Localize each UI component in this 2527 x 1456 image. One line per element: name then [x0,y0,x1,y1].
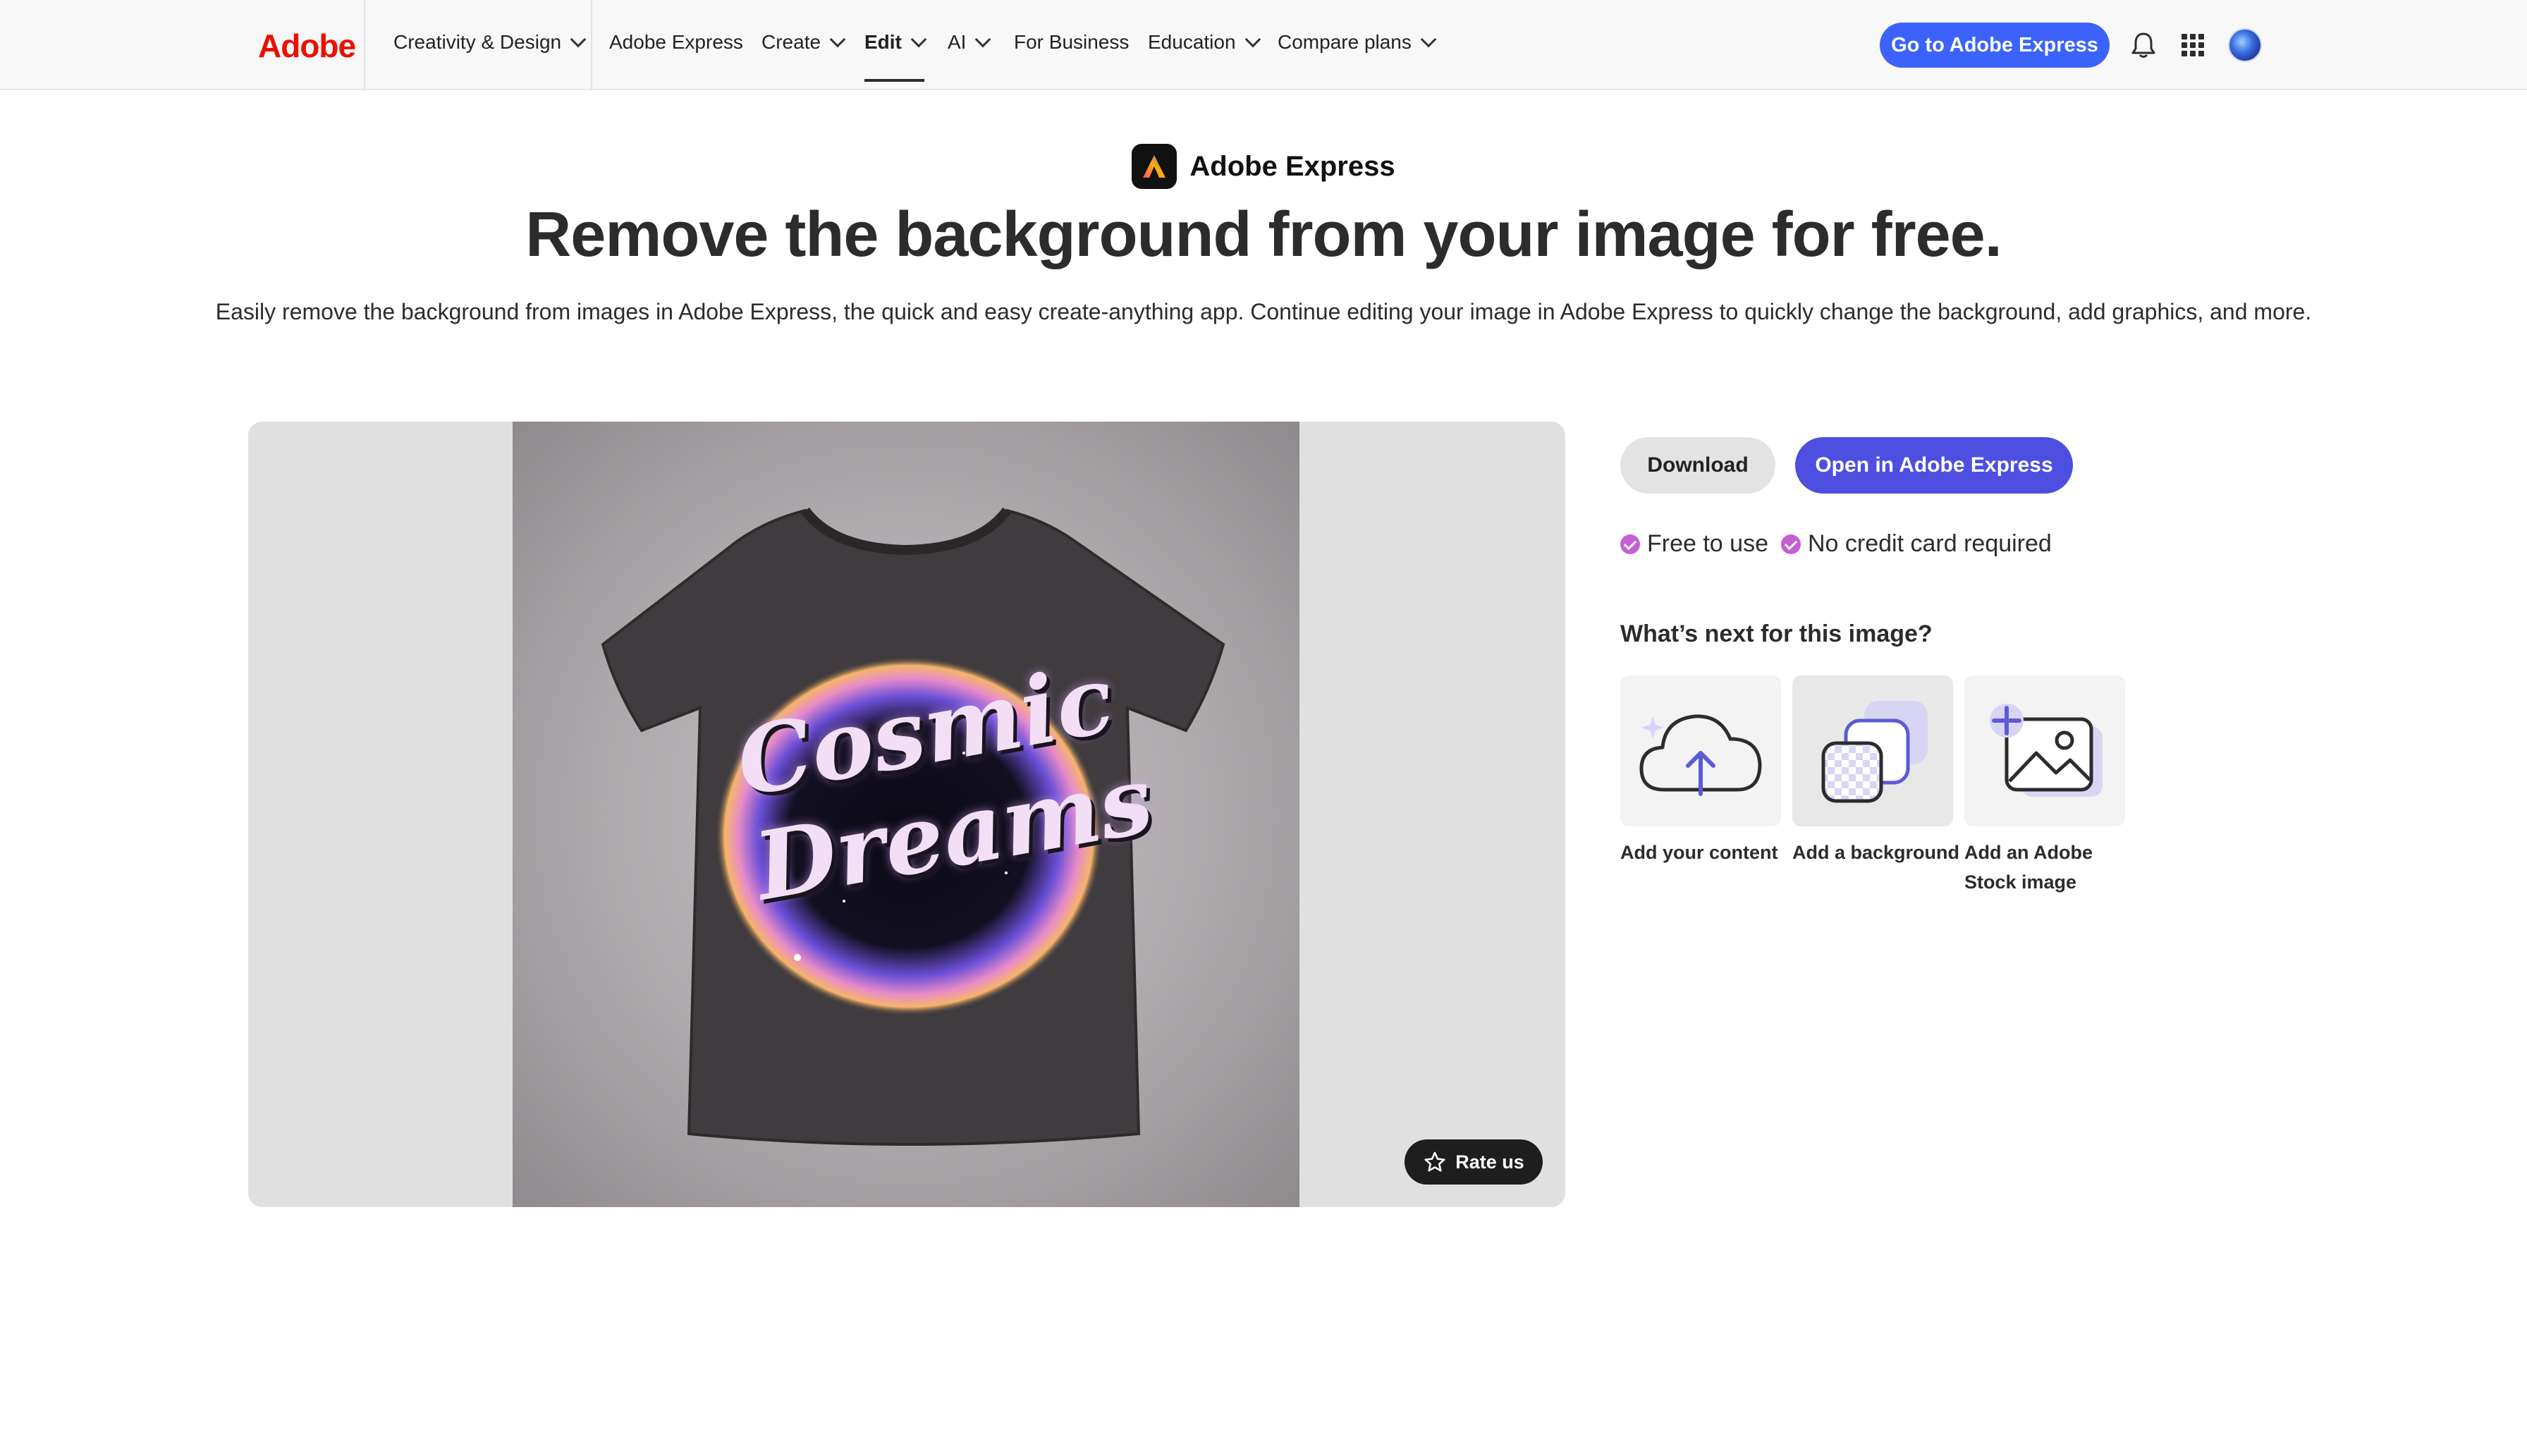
chevron-down-icon [910,31,927,48]
no-credit-card-badge: No credit card required [1781,530,2052,558]
nav-divider [364,0,365,90]
add-image-icon [1990,704,2103,797]
nav-divider [591,0,592,90]
nav-item-edit[interactable]: Edit [864,31,927,82]
add-adobe-stock-image-tile[interactable] [1964,675,2125,826]
product-header: Adobe Express [0,144,2527,189]
global-nav: Adobe Creativity & Design Adobe Express … [0,0,2527,90]
chevron-down-icon [1244,31,1261,48]
nav-item-ai[interactable]: AI [948,31,991,54]
cloud-upload-icon [1639,714,1762,796]
chevron-down-icon [829,31,846,48]
add-a-background-label[interactable]: Add a background [1792,838,1962,867]
nav-item-label: Creativity & Design [393,31,562,53]
go-to-adobe-express-button[interactable]: Go to Adobe Express [1880,23,2110,68]
add-your-content-label[interactable]: Add your content [1620,838,1789,867]
nav-item-label: AI [948,31,967,53]
nav-item-creativity-design[interactable]: Creativity & Design [393,31,587,54]
nav-item-label: For Business [1014,31,1130,53]
nav-item-compare-plans[interactable]: Compare plans [1278,31,1437,54]
checkmark-icon [1620,534,1640,554]
product-name: Adobe Express [1189,150,1395,182]
add-a-background-tile[interactable] [1792,675,1953,826]
nav-item-label: Compare plans [1278,31,1412,53]
label-line: Stock image [1964,871,2077,893]
nav-item-label: Edit [864,31,902,53]
layered-background-icon [1821,701,1928,803]
page-title: Remove the background from your image fo… [525,200,2002,270]
whats-next-heading: What’s next for this image? [1620,620,1933,647]
nav-item-label: Create [761,31,821,53]
label-line: Add an Adobe [1964,842,2093,863]
nav-item-label: Education [1148,31,1236,53]
chevron-down-icon [975,31,991,48]
badge-label: No credit card required [1808,530,2052,557]
checkmark-icon [1781,534,1801,554]
nav-item-create[interactable]: Create [761,31,846,54]
chevron-down-icon [1420,31,1437,48]
download-button[interactable]: Download [1620,437,1775,494]
add-your-content-tile[interactable] [1620,675,1781,826]
nav-item-education[interactable]: Education [1148,31,1261,54]
chevron-down-icon [570,31,587,48]
open-in-adobe-express-button[interactable]: Open in Adobe Express [1795,437,2073,494]
avatar[interactable] [2228,28,2262,62]
nav-item-adobe-express[interactable]: Adobe Express [609,31,743,54]
star-icon [1424,1151,1445,1172]
app-grid-icon[interactable] [2182,34,2204,56]
nav-item-label: Adobe Express [609,31,743,53]
badge-label: Free to use [1647,530,1768,557]
image-preview: Cosmic Dreams [248,422,1565,1207]
adobe-logo[interactable]: Adobe [258,27,356,65]
rate-us-label: Rate us [1455,1151,1524,1173]
page-description: Easily remove the background from images… [215,299,2312,324]
add-adobe-stock-image-label[interactable]: Add an Adobe Stock image [1964,838,2134,897]
adobe-express-logo-icon [1132,144,1177,189]
free-to-use-badge: Free to use [1620,530,1768,558]
bell-icon[interactable] [2131,31,2156,59]
tshirt-photo: Cosmic Dreams [513,422,1299,1207]
rate-us-button[interactable]: Rate us [1405,1139,1543,1185]
nav-item-for-business[interactable]: For Business [1014,31,1129,54]
